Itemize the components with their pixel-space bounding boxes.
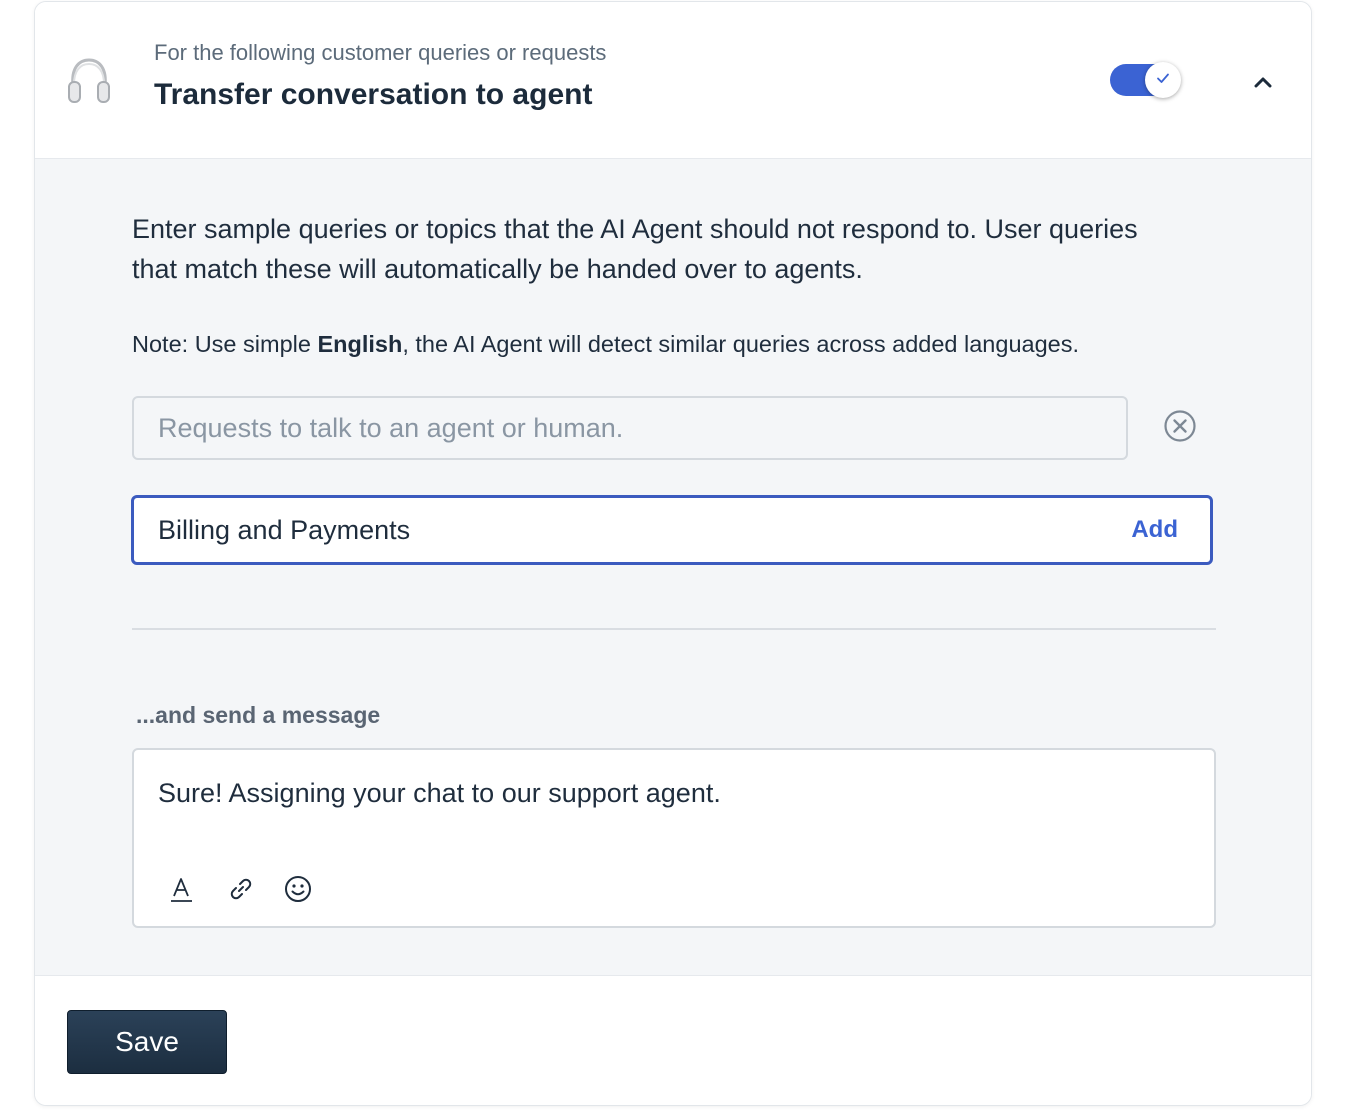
rule-config-panel: Enter sample queries or topics that the … bbox=[35, 159, 1311, 975]
toggle-knob bbox=[1145, 62, 1181, 98]
message-text[interactable]: Sure! Assigning your chat to our support… bbox=[158, 778, 721, 809]
card-header: For the following customer queries or re… bbox=[35, 2, 1311, 159]
card-footer: Save bbox=[35, 975, 1311, 1105]
save-button[interactable]: Save bbox=[67, 1010, 227, 1074]
chevron-up-icon[interactable] bbox=[1251, 70, 1275, 94]
headphones-icon bbox=[67, 56, 111, 104]
new-query-input[interactable] bbox=[158, 498, 1058, 562]
section-divider bbox=[132, 628, 1216, 630]
transfer-rule-card: For the following customer queries or re… bbox=[34, 1, 1312, 1106]
header-title: Transfer conversation to agent bbox=[154, 78, 593, 111]
query-input[interactable] bbox=[158, 398, 1098, 458]
text-format-icon[interactable] bbox=[167, 874, 197, 904]
message-section-label: ...and send a message bbox=[136, 702, 381, 728]
note-prefix: Note: Use simple bbox=[132, 331, 318, 357]
note-suffix: , the AI Agent will detect similar queri… bbox=[402, 331, 1079, 357]
header-subtitle: For the following customer queries or re… bbox=[154, 40, 607, 65]
query-row-existing bbox=[132, 396, 1128, 460]
enable-toggle[interactable] bbox=[1110, 62, 1186, 98]
add-query-button[interactable]: Add bbox=[1131, 516, 1178, 544]
emoji-icon[interactable] bbox=[283, 874, 313, 904]
query-row-new: Add bbox=[131, 495, 1213, 565]
link-icon[interactable] bbox=[226, 874, 256, 904]
remove-query-icon[interactable] bbox=[1162, 408, 1198, 444]
note-language: English bbox=[317, 331, 403, 357]
check-icon bbox=[1155, 70, 1171, 91]
language-note: Note: Use simple English, the AI Agent w… bbox=[132, 331, 1079, 358]
message-editor[interactable]: Sure! Assigning your chat to our support… bbox=[132, 748, 1216, 928]
description-text: Enter sample queries or topics that the … bbox=[132, 214, 1138, 284]
